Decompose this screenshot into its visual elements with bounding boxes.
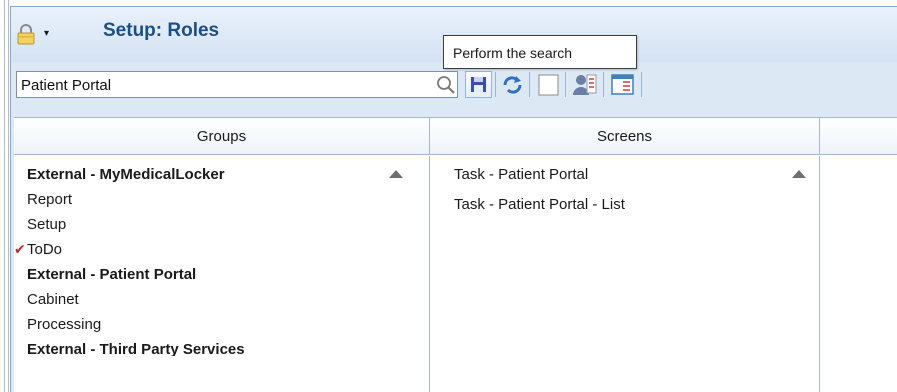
column-header-empty [820,118,897,155]
toolbar-separator [641,72,642,97]
search-icon[interactable] [436,75,456,95]
search-input[interactable] [21,75,421,95]
list-item[interactable]: ✔ ToDo [14,237,314,262]
list-item-label: Task - Patient Portal [454,166,589,183]
screens-list: Task - Patient Portal Task - Patient Por… [430,156,820,392]
list-item-label: External - Third Party Services [27,341,245,356]
window-checklist-icon [611,74,634,95]
frame-line [8,0,9,392]
list-item[interactable]: Setup [27,212,66,237]
column-header-groups[interactable]: Groups [14,118,430,155]
list-item[interactable]: External - Third Party Services [27,337,245,356]
list-item-label: ToDo [27,241,63,258]
blank-page-icon [538,74,559,96]
new-document-button[interactable] [535,71,562,98]
list-item[interactable]: External - Patient Portal [27,262,196,287]
column-header-screens[interactable]: Screens [430,118,820,155]
search-tooltip: Perform the search [443,35,637,69]
frame-line [4,0,5,392]
list-item-label: External - Patient Portal [27,266,197,283]
user-checklist-icon [573,74,597,95]
page-title: Setup: Roles [103,20,220,41]
save-icon [471,77,486,92]
refresh-icon [503,76,522,94]
scroll-up-icon[interactable] [389,170,403,178]
left-frame [0,0,10,392]
lock-icon[interactable] [15,23,37,45]
toolbar-separator [529,72,530,97]
save-button[interactable] [465,71,492,98]
list-item-label: Report [27,191,73,208]
list-item-label: Processing [27,316,102,333]
search-field[interactable] [16,71,458,98]
list-item-label: Task - Patient Portal - List [454,196,625,213]
groups-list: External - MyMedicalLocker Report Setup … [14,156,430,392]
checkmark-icon: ✔ [14,241,26,257]
user-roles-button[interactable] [571,71,598,98]
list-item-label: Cabinet [27,291,79,308]
window-list-button[interactable] [609,71,636,98]
scroll-up-icon[interactable] [792,170,806,178]
chevron-down-icon[interactable]: ▾ [44,28,49,39]
list-item-label: External - MyMedicalLocker [27,166,225,183]
list-item-label: Setup [27,216,67,233]
toolbar-separator [603,72,604,97]
list-item[interactable]: Task - Patient Portal [454,162,588,187]
toolbar-separator [565,72,566,97]
list-item[interactable]: Processing [27,312,101,337]
refresh-button[interactable] [499,71,526,98]
list-item[interactable]: External - MyMedicalLocker [27,162,225,187]
roles-grid: Groups Screens External - MyMedicalLocke… [14,117,897,392]
list-item[interactable]: Cabinet [27,287,79,312]
grid-body: External - MyMedicalLocker Report Setup … [14,156,897,392]
list-item[interactable]: Task - Patient Portal - List [454,192,625,217]
grid-header: Groups Screens [14,118,897,155]
list-item[interactable]: Report [27,187,72,212]
toolbar-separator [495,72,496,97]
